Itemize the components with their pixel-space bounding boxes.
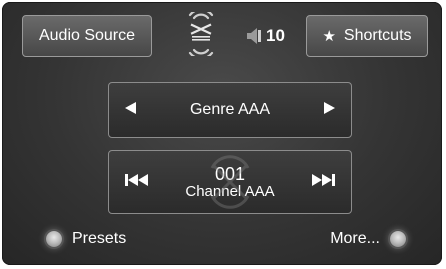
channel-art-placeholder-icon	[210, 155, 250, 209]
volume-level: 10	[266, 26, 285, 45]
volume-indicator: 10	[246, 25, 285, 47]
shortcuts-button[interactable]: ★ Shortcuts	[306, 15, 428, 57]
audio-screen: Audio Source 10 ★ Shortcuts Genre AAA 00…	[2, 2, 442, 265]
more-label: More...	[330, 230, 380, 247]
star-icon: ★	[322, 28, 336, 45]
speaker-volume-icon	[247, 28, 261, 44]
next-channel-icon[interactable]	[311, 173, 335, 191]
more-button[interactable]: More...	[330, 230, 406, 248]
audio-source-button[interactable]: Audio Source	[22, 15, 152, 57]
more-knob-icon	[390, 231, 406, 247]
shortcuts-label: Shortcuts	[343, 27, 412, 44]
channel-info: 001 Channel AAA	[185, 155, 275, 209]
next-genre-arrow-icon[interactable]	[323, 101, 335, 119]
genre-selector[interactable]: Genre AAA	[108, 82, 352, 138]
previous-channel-icon[interactable]	[125, 173, 149, 191]
presets-button[interactable]: Presets	[46, 230, 126, 248]
genre-label: Genre AAA	[189, 101, 271, 118]
audio-source-label: Audio Source	[38, 27, 136, 44]
presets-knob-icon	[46, 231, 62, 247]
presets-label: Presets	[72, 230, 127, 247]
channel-selector[interactable]: 001 Channel AAA	[108, 150, 352, 214]
previous-genre-arrow-icon[interactable]	[125, 101, 137, 119]
siriusxm-logo-icon	[185, 8, 217, 60]
